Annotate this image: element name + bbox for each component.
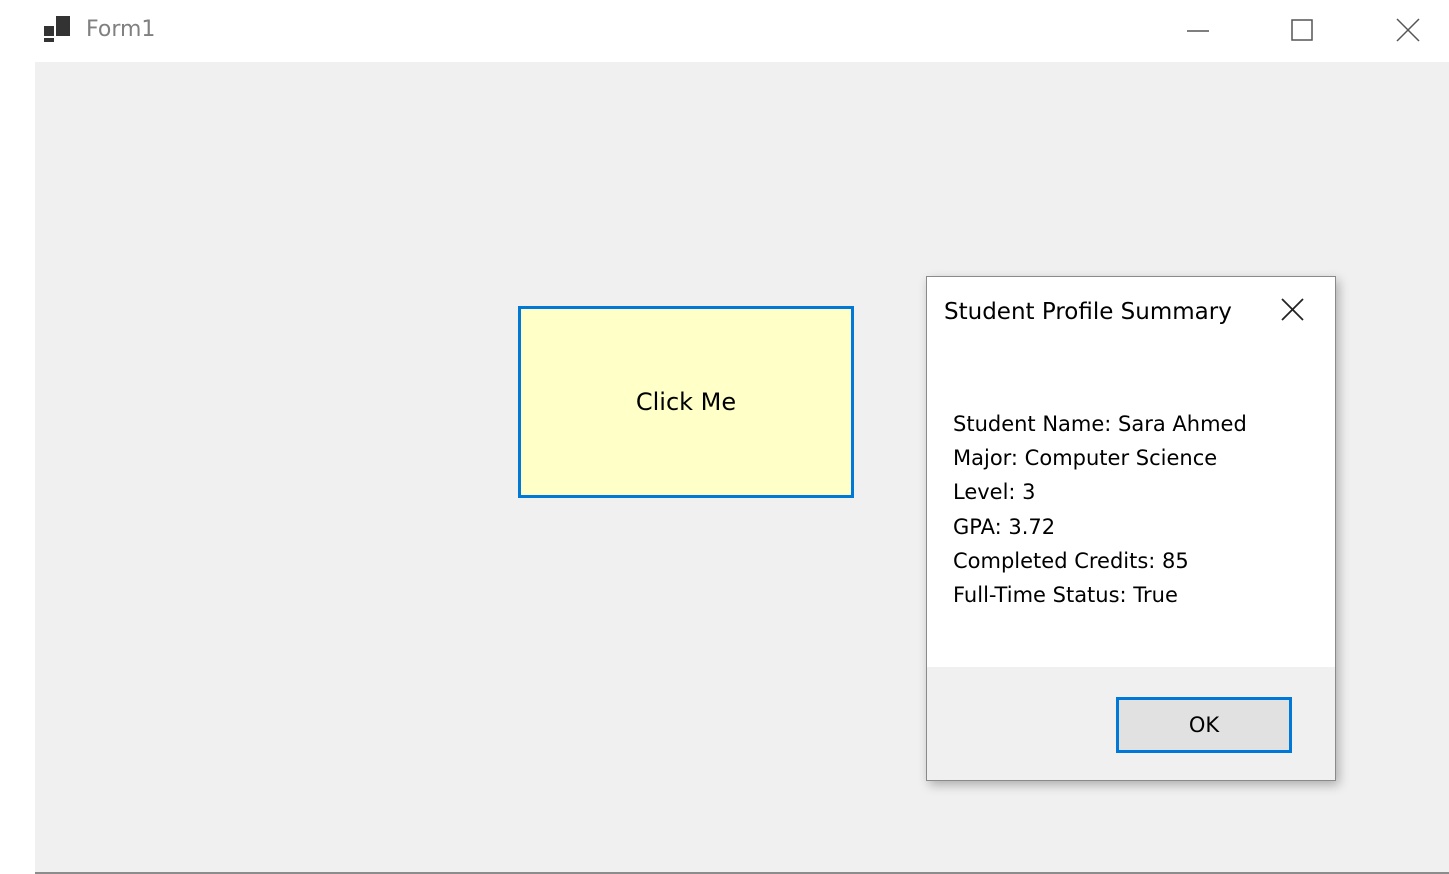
close-button[interactable]	[1378, 10, 1438, 52]
dialog-title: Student Profile Summary	[944, 299, 1232, 325]
close-icon	[1396, 18, 1420, 42]
dialog-footer: OK	[927, 667, 1335, 780]
close-icon	[1281, 298, 1304, 321]
click-me-button[interactable]: Click Me	[518, 306, 854, 498]
fulltime-status-line: Full-Time Status: True	[953, 583, 1178, 608]
minimize-button[interactable]	[1168, 10, 1228, 52]
gpa-line: GPA: 3.72	[953, 514, 1056, 539]
app-icon	[44, 16, 72, 42]
student-name-line: Student Name: Sara Ahmed	[953, 412, 1247, 436]
click-me-label: Click Me	[635, 388, 737, 416]
maximize-icon	[1291, 19, 1313, 41]
major-line: Major: Computer Science	[953, 446, 1218, 471]
level-line: Level: 3	[953, 480, 1036, 505]
ok-label: OK	[1188, 713, 1220, 737]
screen: Form1 Click Me Student Profile Summary S…	[0, 0, 1449, 874]
dialog-message: Student Name: Sara Ahmed Major: Computer…	[953, 407, 1323, 612]
title-bar[interactable]: Form1	[0, 0, 1449, 62]
minimize-icon	[1187, 30, 1209, 32]
ok-button[interactable]: OK	[1116, 697, 1292, 753]
dialog-close-button[interactable]	[1277, 295, 1307, 325]
window-title: Form1	[86, 17, 156, 42]
maximize-button[interactable]	[1272, 10, 1332, 52]
credits-line: Completed Credits: 85	[953, 548, 1189, 573]
student-profile-dialog: Student Profile Summary Student Name: Sa…	[926, 276, 1336, 781]
